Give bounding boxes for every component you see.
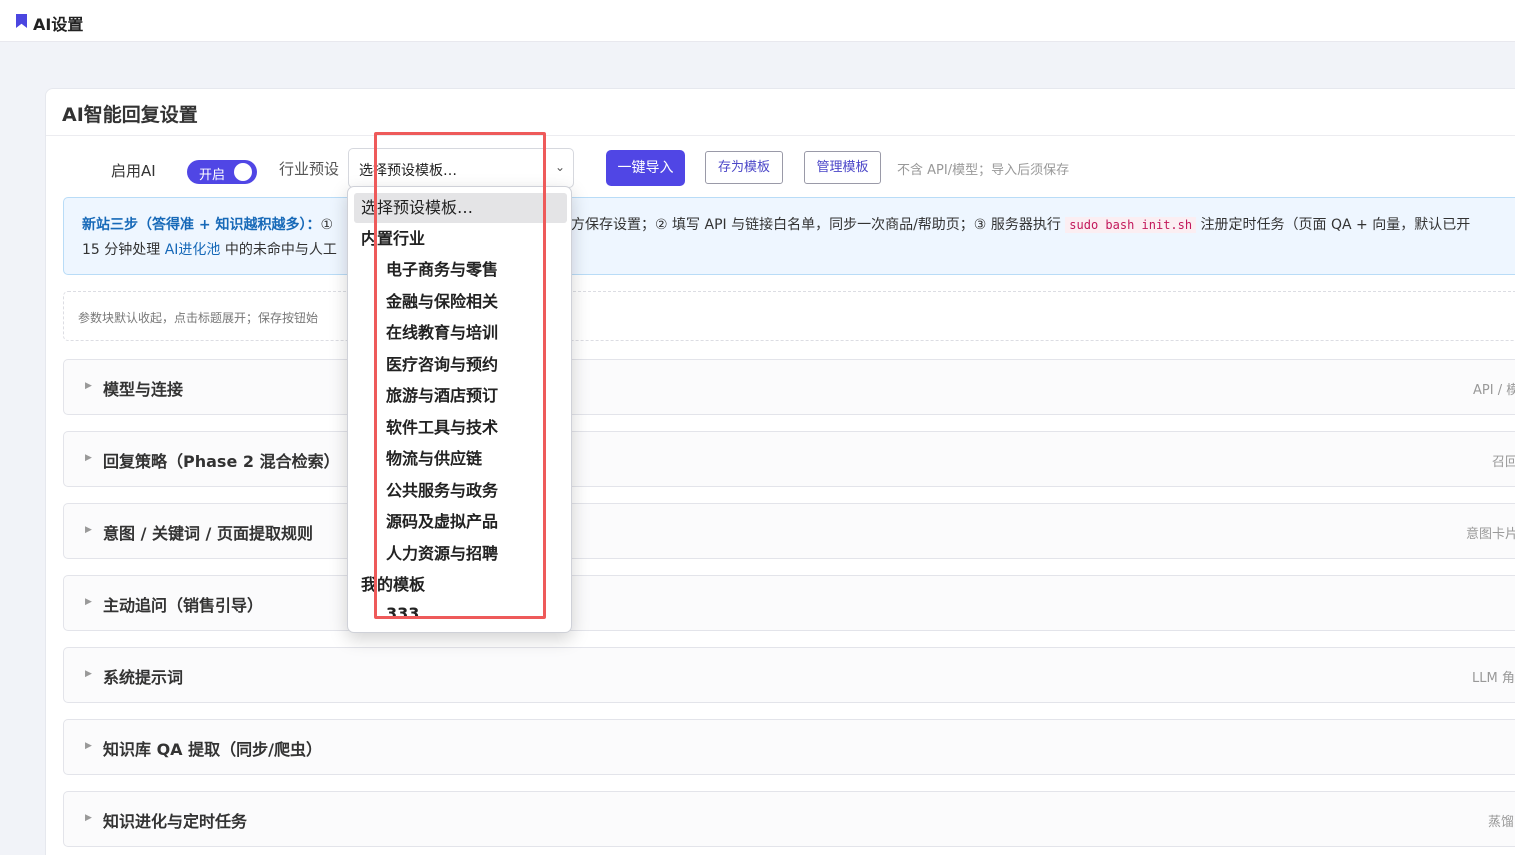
dropdown-option[interactable]: 金融与保险相关: [354, 287, 567, 317]
page-title: AI设置: [33, 15, 84, 34]
section-title: 知识进化与定时任务: [103, 812, 248, 831]
section-kb-qa[interactable]: ▶ 知识库 QA 提取（同步/爬虫）: [63, 719, 1515, 775]
section-summary: LLM 角: [1472, 671, 1515, 686]
info-box: 新站三步（答得准 + 知识越积越多）：① 下方保存设置；② 填写 API 与链接白…: [63, 197, 1515, 275]
section-title: 模型与连接: [103, 380, 184, 399]
init-command: sudo bash init.sh: [1065, 217, 1197, 233]
expand-triangle-icon: ▶: [85, 525, 92, 535]
section-knowledge-evolution[interactable]: ▶ 知识进化与定时任务 蒸馏: [63, 791, 1515, 847]
section-summary: 意图卡片: [1466, 527, 1515, 542]
preset-select[interactable]: 选择预设模板… ⌄: [348, 148, 574, 188]
save-template-button[interactable]: 存为模板: [705, 151, 783, 184]
param-hint-box: 参数块默认收起，点击标题展开；保存按钮始: [63, 291, 1515, 341]
top-bar: AI设置: [0, 0, 1515, 42]
dropdown-option[interactable]: 人力资源与招聘: [354, 539, 567, 569]
section-summary: 蒸馏: [1488, 815, 1515, 830]
section-summary: API / 模: [1473, 383, 1515, 398]
card-title: AI智能回复设置: [62, 104, 198, 126]
dropdown-option-placeholder[interactable]: 选择预设模板…: [354, 193, 567, 223]
info-step-1: ①: [320, 217, 334, 233]
param-hint-text: 参数块默认收起，点击标题展开；保存按钮始: [78, 311, 319, 325]
import-button[interactable]: 一键导入: [606, 150, 685, 186]
section-system-prompt[interactable]: ▶ 系统提示词 LLM 角: [63, 647, 1515, 703]
dropdown-option[interactable]: 物流与供应链: [354, 444, 567, 474]
section-title: 系统提示词: [103, 668, 184, 687]
dropdown-group-builtin: 内置行业: [361, 229, 426, 248]
info-line-2: 15 分钟处理 AI进化池 中的未命中与人工: [82, 239, 337, 259]
dropdown-option[interactable]: 源码及虚拟产品: [354, 507, 567, 537]
section-title: 意图 / 关键词 / 页面提取规则: [103, 524, 313, 543]
expand-triangle-icon: ▶: [85, 741, 92, 751]
dropdown-option[interactable]: 公共服务与政务: [354, 476, 567, 506]
chevron-down-icon: ⌄: [554, 160, 565, 174]
bookmark-icon: [16, 14, 27, 28]
info-line-1: 新站三步（答得准 + 知识越积越多）：① 下方保存设置；② 填写 API 与链接白…: [82, 214, 1470, 234]
section-title: 主动追问（销售引导）: [103, 596, 264, 615]
enable-ai-toggle[interactable]: 开启: [187, 160, 257, 184]
industry-preset-label: 行业预设: [279, 160, 340, 178]
info-steps: 下方保存设置；② 填写 API 与链接白名单，同步一次商品/帮助页；③ 服务器执…: [557, 217, 1061, 233]
section-title: 回复策略（Phase 2 混合检索）: [103, 452, 340, 471]
dropdown-option[interactable]: 软件工具与技术: [354, 413, 567, 443]
import-hint: 不含 API/模型；导入后须保存: [897, 163, 1070, 178]
info-line2-prefix: 15 分钟处理: [82, 242, 161, 258]
section-reply-strategy[interactable]: ▶ 回复策略（Phase 2 混合检索） 召回: [63, 431, 1515, 487]
expand-triangle-icon: ▶: [85, 453, 92, 463]
dropdown-option[interactable]: 在线教育与培训: [354, 318, 567, 348]
toggle-knob: [234, 163, 252, 181]
dropdown-group-mine: 我的模板: [361, 575, 426, 594]
section-summary: 召回: [1492, 455, 1515, 470]
toggle-label: 开启: [199, 168, 226, 183]
info-steps-2: 注册定时任务（页面 QA + 向量，默认已开: [1200, 217, 1471, 233]
expand-triangle-icon: ▶: [85, 669, 92, 679]
section-title: 知识库 QA 提取（同步/爬虫）: [103, 740, 322, 759]
info-line2-suffix: 中的未命中与人工: [224, 242, 337, 258]
enable-ai-label: 启用AI: [111, 162, 156, 180]
preset-dropdown-list: 选择预设模板… 内置行业 电子商务与零售 金融与保险相关 在线教育与培训 医疗咨…: [347, 186, 572, 633]
dropdown-option[interactable]: 旅游与酒店预订: [354, 381, 567, 411]
dropdown-option[interactable]: 医疗咨询与预约: [354, 350, 567, 380]
ai-settings-card: AI智能回复设置 启用AI 开启 行业预设 选择预设模板… ⌄ 一键导入 存为模…: [45, 88, 1515, 855]
section-follow-up[interactable]: ▶ 主动追问（销售引导）: [63, 575, 1515, 631]
preset-select-value: 选择预设模板…: [359, 163, 457, 179]
info-title: 新站三步（答得准 + 知识越积越多）：: [82, 217, 321, 233]
dropdown-option[interactable]: 333: [354, 599, 567, 629]
expand-triangle-icon: ▶: [85, 381, 92, 391]
dropdown-option[interactable]: 电子商务与零售: [354, 255, 567, 285]
section-model-connection[interactable]: ▶ 模型与连接 API / 模: [63, 359, 1515, 415]
expand-triangle-icon: ▶: [85, 597, 92, 607]
divider: [46, 135, 1515, 136]
manage-template-button[interactable]: 管理模板: [804, 151, 881, 184]
expand-triangle-icon: ▶: [85, 813, 92, 823]
evolution-pool-link[interactable]: AI进化池: [165, 242, 221, 258]
section-intent-rules[interactable]: ▶ 意图 / 关键词 / 页面提取规则 意图卡片: [63, 503, 1515, 559]
